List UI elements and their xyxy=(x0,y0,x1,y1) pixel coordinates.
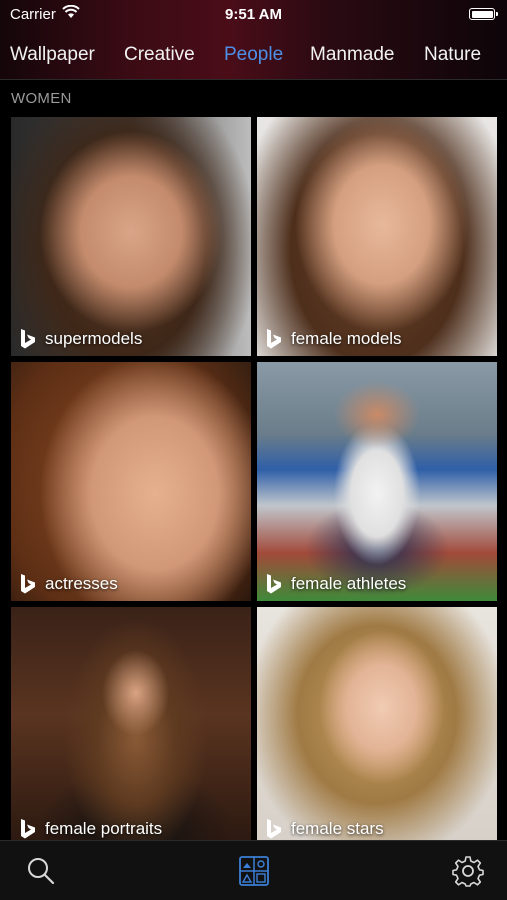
status-time: 9:51 AM xyxy=(225,6,282,23)
tile-actresses[interactable]: actresses xyxy=(11,362,251,601)
tile-photo xyxy=(11,362,251,601)
status-bar: Carrier 9:51 AM xyxy=(0,0,507,28)
tile-female-portraits[interactable]: female portraits xyxy=(11,607,251,846)
header-divider xyxy=(0,79,507,80)
tab-manmade[interactable]: Manmade xyxy=(300,38,405,72)
tile-label-text: female stars xyxy=(291,819,384,838)
tile-label-text: female portraits xyxy=(45,819,163,838)
category-tabs: Wallpaper Creative People Manmade Nature xyxy=(0,38,507,74)
tile-photo xyxy=(11,607,251,846)
header: Carrier 9:51 AM Wallpaper Creative Peopl… xyxy=(0,0,507,80)
tile-label-text: female athletes xyxy=(291,574,407,593)
tile-label-text: actresses xyxy=(45,574,118,593)
bing-icon xyxy=(21,819,35,839)
tab-creative[interactable]: Creative xyxy=(114,38,205,72)
tile-female-stars[interactable]: female stars xyxy=(257,607,497,846)
tile-label: female models xyxy=(265,328,402,350)
bing-icon xyxy=(267,329,281,349)
tile-photo xyxy=(257,607,497,846)
bottom-tab-bar xyxy=(0,840,507,900)
tab-wallpaper[interactable]: Wallpaper xyxy=(0,38,105,72)
bing-icon xyxy=(267,819,281,839)
tile-label-text: female models xyxy=(291,329,402,348)
tile-label: female stars xyxy=(265,818,384,840)
battery-icon xyxy=(469,8,498,20)
tile-photo xyxy=(11,117,251,356)
gear-icon[interactable] xyxy=(452,855,484,887)
bing-icon xyxy=(21,574,35,594)
tab-nature[interactable]: Nature xyxy=(414,38,491,72)
tile-label: supermodels xyxy=(19,328,142,350)
tile-supermodels[interactable]: supermodels xyxy=(11,117,251,356)
gallery-icon[interactable] xyxy=(238,855,270,887)
tab-people[interactable]: People xyxy=(214,38,293,72)
tile-label-text: supermodels xyxy=(45,329,143,348)
search-icon[interactable] xyxy=(25,855,57,887)
bing-icon xyxy=(267,574,281,594)
tile-label: female portraits xyxy=(19,818,162,840)
tile-label: actresses xyxy=(19,573,118,595)
tile-label: female athletes xyxy=(265,573,406,595)
tile-photo xyxy=(257,117,497,356)
bing-icon xyxy=(21,329,35,349)
section-title: WOMEN xyxy=(11,90,72,107)
tile-female-models[interactable]: female models xyxy=(257,117,497,356)
tile-photo xyxy=(257,362,497,601)
tile-grid: supermodels female models actresses fema… xyxy=(11,117,497,846)
tile-female-athletes[interactable]: female athletes xyxy=(257,362,497,601)
